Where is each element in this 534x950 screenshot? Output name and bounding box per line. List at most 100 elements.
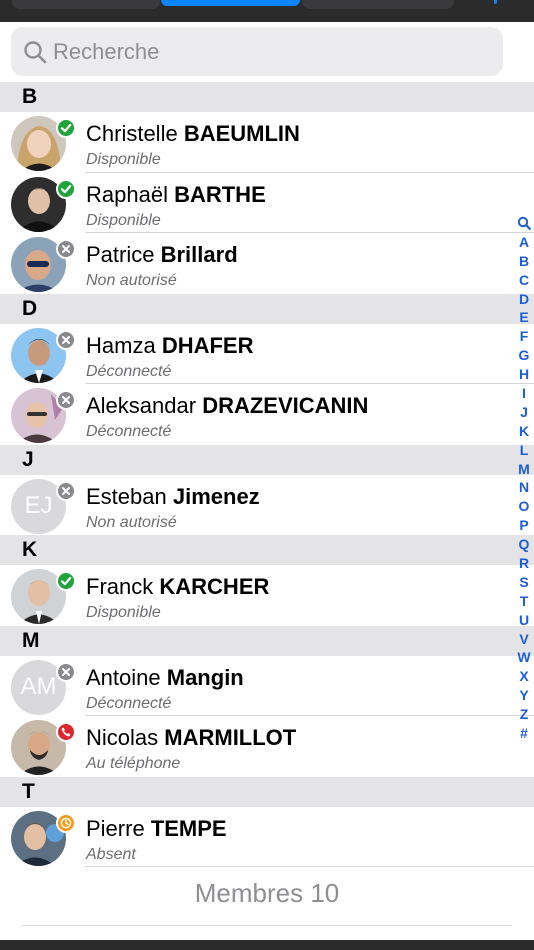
contact-row[interactable]: Patrice Brillard Non autorisé (0, 233, 534, 294)
section-header: M (0, 625, 534, 656)
contact-name: Aleksandar DRAZEVICANIN (86, 393, 368, 419)
index-letter[interactable]: H (514, 365, 534, 384)
last-name: TEMPE (150, 815, 227, 841)
index-letter[interactable]: I (514, 384, 534, 403)
offline-x-icon (56, 239, 76, 259)
last-name: BARTHE (174, 181, 266, 207)
section-letter: M (22, 628, 40, 652)
index-letter[interactable]: P (514, 516, 534, 535)
contact-row[interactable]: Nicolas MARMILLOT Au téléphone (0, 716, 534, 777)
contact-row[interactable]: Raphaël BARTHE Disponible (0, 172, 534, 233)
segment-right[interactable] (302, 0, 454, 9)
contact-name: Hamza DHAFER (86, 333, 253, 359)
contact-row[interactable]: Hamza DHAFER Déconnecté (0, 323, 534, 384)
section-letter: J (22, 447, 34, 471)
index-letter[interactable]: S (514, 573, 534, 592)
contact-name: Esteban Jimenez (86, 484, 260, 510)
index-letter[interactable]: G (514, 346, 534, 365)
index-letter[interactable]: M (514, 460, 534, 479)
segment-active[interactable] (161, 0, 300, 6)
available-check-icon (56, 571, 76, 591)
add-icon[interactable] (494, 0, 497, 4)
last-name: Mangin (166, 664, 244, 690)
first-name: Pierre (86, 815, 145, 841)
first-name: Hamza (86, 332, 156, 358)
first-name: Antoine (86, 664, 161, 690)
divider (22, 925, 512, 926)
first-name: Christelle (86, 121, 178, 146)
contact-row[interactable]: Christelle BAEUMLIN Disponible (0, 112, 534, 173)
index-letter[interactable]: X (514, 667, 534, 686)
contact-name: Patrice Brillard (86, 242, 238, 268)
section-header: T (0, 776, 534, 807)
contact-name: Franck KARCHER (86, 574, 269, 600)
presence-status: Au téléphone (86, 755, 181, 772)
presence-status: Déconnecté (86, 362, 172, 380)
search-placeholder: Recherche (53, 39, 160, 64)
index-letter[interactable]: E (514, 308, 534, 327)
offline-x-icon (56, 661, 76, 682)
contact-row[interactable]: Aleksandar DRAZEVICANIN Déconnecté (0, 384, 534, 445)
index-letter[interactable]: L (514, 441, 534, 460)
segment-left[interactable] (12, 0, 160, 9)
index-letter[interactable]: T (514, 592, 534, 611)
last-name: KARCHER (159, 574, 270, 599)
presence-status: Disponible (86, 604, 161, 621)
section-letter: D (22, 296, 38, 320)
contact-name: Raphaël BARTHE (86, 182, 266, 208)
index-letter[interactable]: F (514, 327, 534, 346)
index-letter[interactable]: N (514, 478, 534, 497)
contact-row[interactable]: AM Antoine Mangin Déconnecté (0, 655, 534, 716)
index-letter[interactable]: B (514, 252, 534, 271)
index-letter[interactable]: # (514, 724, 534, 743)
presence-status: Disponible (86, 211, 161, 229)
members-count: Membres 10 (194, 878, 340, 908)
last-name: DHAFER (161, 332, 254, 358)
last-name: BAEUMLIN (183, 121, 300, 146)
index-letter[interactable]: J (514, 403, 534, 422)
index-letter[interactable]: W (514, 648, 534, 667)
phone-icon (56, 722, 76, 742)
index-letter[interactable]: V (514, 630, 534, 649)
contact-row[interactable]: Franck KARCHER Disponible (0, 565, 534, 626)
offline-x-icon (56, 390, 76, 410)
contact-row[interactable]: EJ Esteban Jimenez Non autorisé (0, 474, 534, 535)
section-letter: K (22, 538, 38, 561)
index-letter[interactable]: Z (514, 705, 534, 724)
first-name: Esteban (86, 483, 167, 509)
index-letter[interactable]: U (514, 611, 534, 630)
section-header: K (0, 535, 534, 565)
presence-status: Non autorisé (86, 513, 177, 531)
index-letter[interactable]: R (514, 554, 534, 573)
presence-status: Absent (86, 845, 136, 863)
available-check-icon (56, 118, 76, 138)
index-letter[interactable]: A (514, 233, 534, 252)
presence-status: Non autorisé (86, 272, 177, 289)
last-name: MARMILLOT (164, 725, 297, 750)
search-input[interactable]: Recherche (11, 27, 503, 76)
first-name: Franck (86, 574, 154, 599)
index-letter[interactable]: O (514, 497, 534, 516)
index-letter[interactable]: K (514, 422, 534, 441)
index-letter[interactable]: D (514, 290, 534, 309)
contact-list: B Christelle BAEUMLIN Disponible Raphaël BA… (0, 82, 534, 867)
contact-row[interactable]: Pierre TEMPE Absent (0, 806, 534, 867)
contact-name: Pierre TEMPE (86, 816, 227, 842)
section-header: D (0, 293, 534, 324)
presence-status: Disponible (86, 151, 161, 168)
contact-name: Nicolas MARMILLOT (86, 725, 296, 751)
last-name: Jimenez (172, 483, 260, 509)
index-letter[interactable]: C (514, 271, 534, 290)
available-check-icon (56, 178, 76, 199)
section-header: J (0, 444, 534, 475)
index-letter[interactable]: Q (514, 535, 534, 554)
search-icon (24, 41, 47, 64)
contact-name: Antoine Mangin (86, 665, 244, 691)
clock-icon (56, 812, 76, 833)
first-name: Nicolas (86, 725, 159, 750)
index-letter[interactable]: Y (514, 686, 534, 705)
index-search-icon[interactable] (514, 214, 534, 233)
section-header: B (0, 82, 534, 112)
alphabet-index[interactable]: A B C D E F G H I J K L M N O P Q R S T U V W X Y Z # (514, 214, 534, 743)
top-segmented-bar (0, 0, 534, 22)
